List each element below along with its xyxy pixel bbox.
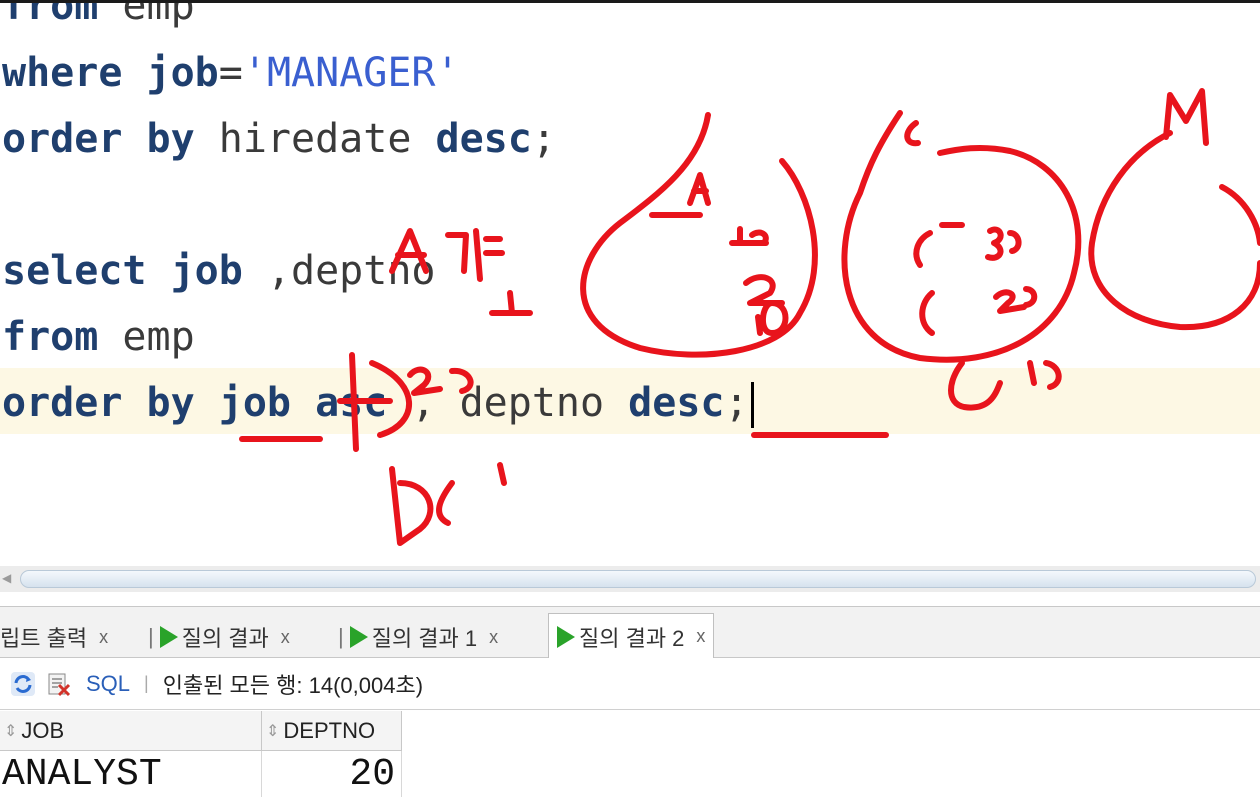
tab-query-result-1[interactable]: | 질의 결과 1 x <box>338 615 498 659</box>
tab-label: 질의 결과 1 <box>371 626 478 651</box>
sql-keyword: from <box>2 314 99 360</box>
annotation-num-30 <box>913 222 1022 268</box>
sql-text: hiredate <box>194 116 436 162</box>
close-icon[interactable]: x <box>489 627 498 648</box>
annotation-letter-a-small <box>649 172 711 218</box>
clear-icon[interactable] <box>46 671 72 697</box>
play-icon <box>557 625 575 648</box>
sql-keyword: where <box>2 50 123 96</box>
close-icon[interactable]: x <box>696 626 705 647</box>
annotation-letter-c <box>904 120 921 147</box>
close-icon[interactable]: x <box>281 627 290 648</box>
sql-keyword: job <box>146 50 219 96</box>
code-line[interactable]: order by job asc , deptno desc; <box>2 370 754 436</box>
column-header-deptno[interactable]: ⇕ DEPTNO <box>262 711 402 751</box>
close-icon[interactable]: x <box>99 627 108 648</box>
annotation-num-20 <box>919 286 1038 336</box>
toolbar-divider: | <box>144 673 149 693</box>
code-line[interactable]: where job='MANAGER' <box>2 40 460 106</box>
sql-keyword: from <box>2 0 99 29</box>
sql-keyword: job <box>170 248 243 294</box>
tab-label: 질의 결과 2 <box>579 625 685 651</box>
sql-keyword: desc <box>435 116 532 162</box>
tab-label: 질의 결과 <box>181 626 269 651</box>
annotation-num-10 <box>729 226 769 246</box>
sql-text: emp <box>98 314 195 360</box>
sql-text: ; <box>531 116 556 162</box>
scroll-left-icon[interactable]: ◀ <box>2 571 11 585</box>
tab-script-output[interactable]: 립트 출력 x <box>0 615 108 659</box>
code-line[interactable]: order by hiredate desc; <box>2 106 556 172</box>
play-icon <box>159 626 178 648</box>
refresh-icon[interactable] <box>10 671 36 697</box>
sql-text: , deptno <box>387 380 629 426</box>
sql-keyword: order by <box>2 380 195 426</box>
tab-query-result[interactable]: | 질의 결과 x <box>148 615 290 659</box>
cell-job[interactable]: ANALYST <box>0 751 262 797</box>
sql-keyword: select <box>2 248 147 294</box>
sort-icon: ⇕ <box>266 722 280 740</box>
annotation-num-20-10 <box>743 274 789 336</box>
text-caret <box>750 382 754 428</box>
sql-editor[interactable]: from emp where job='MANAGER' order by hire… <box>0 0 1260 562</box>
horizontal-scrollbar[interactable]: ◀ <box>0 566 1260 592</box>
cell-deptno[interactable]: 20 <box>262 751 402 797</box>
result-toolbar: SQL | 인출된 모든 행: 14(0,004초) <box>0 658 1260 710</box>
sql-text: = <box>218 50 243 96</box>
code-line[interactable]: from emp <box>2 0 195 39</box>
annotation-circle-c <box>841 110 1082 363</box>
annotation-letter-m <box>1163 88 1209 146</box>
annotation-letter-d-10 <box>389 462 507 546</box>
sql-keyword: asc <box>315 380 388 426</box>
sort-icon: ⇕ <box>4 722 18 740</box>
tab-label: 립트 출력 <box>0 626 88 651</box>
sql-keyword: desc <box>628 380 725 426</box>
sql-button[interactable]: SQL <box>86 671 130 697</box>
code-line[interactable]: from emp <box>2 304 195 370</box>
scrollbar-thumb[interactable] <box>20 570 1256 588</box>
tab-query-result-2[interactable]: 질의 결과 2 x <box>548 613 715 659</box>
sql-string: 'MANAGER' <box>242 50 460 96</box>
grid-header: ⇕ JOB ⇕ DEPTNO <box>0 711 402 751</box>
column-header-job[interactable]: ⇕ JOB <box>0 711 262 751</box>
sql-keyword: job <box>218 380 291 426</box>
sql-text: ,deptno <box>242 248 436 294</box>
annotation-circle-a <box>580 112 818 358</box>
result-tab-bar: 립트 출력 x | 질의 결과 x | 질의 결과 1 x 질의 결과 2 x <box>0 606 1260 659</box>
sql-keyword: order by <box>2 116 195 162</box>
annotation-circle-m <box>1088 130 1260 331</box>
play-icon <box>349 626 368 648</box>
sql-text: emp <box>98 0 195 29</box>
fetch-status: 인출된 모든 행: 14(0,004초) <box>162 672 424 698</box>
sql-text: ; <box>724 380 749 426</box>
annotation-scribble <box>445 228 505 282</box>
table-row[interactable]: ANALYST 20 <box>0 751 402 797</box>
code-line[interactable]: select job ,deptno <box>2 238 436 304</box>
annotation-scribble-2 <box>489 290 533 316</box>
